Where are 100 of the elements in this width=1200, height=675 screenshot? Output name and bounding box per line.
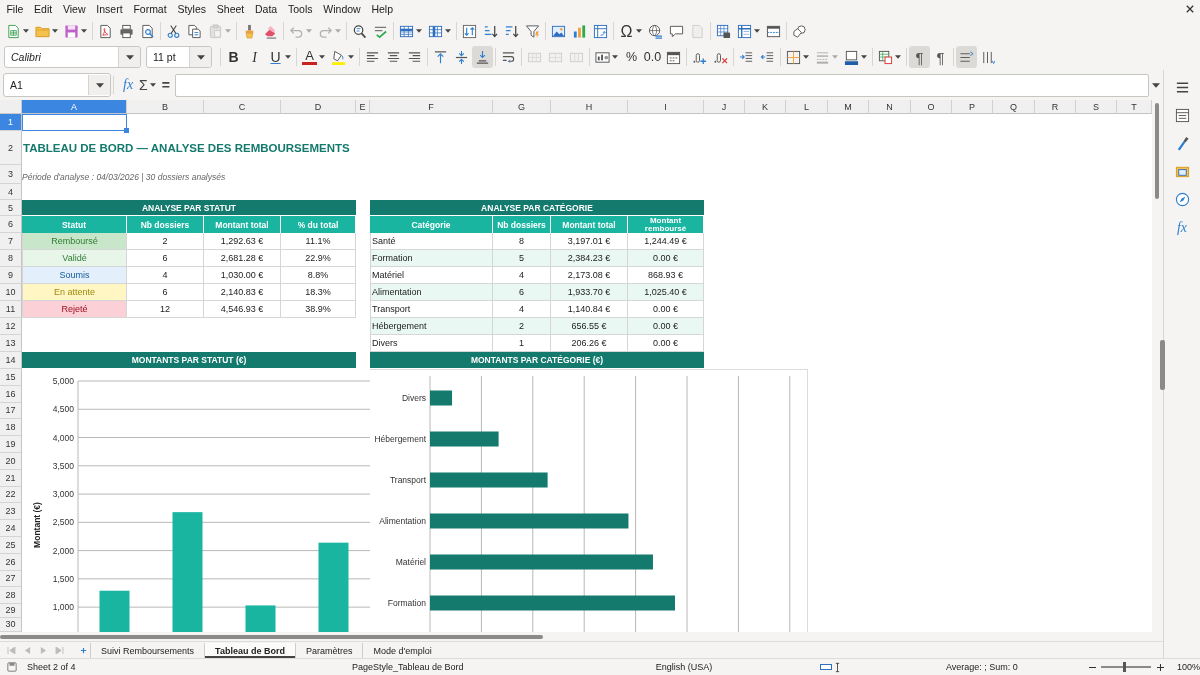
menu-item[interactable]: Tools (282, 1, 318, 17)
expand-formula-button[interactable] (1149, 82, 1163, 88)
left-to-right-button[interactable]: ¶ (909, 46, 930, 68)
fill-handle-icon[interactable] (124, 128, 129, 133)
properties-button[interactable] (1173, 107, 1191, 124)
font-size-dropdown[interactable] (189, 47, 211, 67)
column-header[interactable]: A (22, 100, 127, 114)
formula-button[interactable]: = (158, 75, 173, 95)
column-header[interactable]: C (204, 100, 281, 114)
row-header[interactable]: 13 (0, 335, 22, 352)
selected-cell[interactable] (22, 114, 127, 131)
calendar-icon (666, 49, 681, 65)
shapes-icon (792, 23, 807, 39)
scrollbar-thumb[interactable] (0, 634, 543, 639)
row-header[interactable]: 6 (0, 216, 22, 233)
menu-item[interactable]: Insert (90, 1, 128, 17)
column-heading: Catégorie (370, 216, 493, 233)
font-size-box[interactable]: 11 pt (146, 46, 212, 68)
zoom-slider-thumb[interactable] (1122, 662, 1126, 672)
row-header[interactable]: 14 (0, 352, 22, 369)
row-header[interactable]: 2 (0, 131, 22, 165)
sheet-tab[interactable]: Tableau de Bord (204, 643, 295, 658)
column-header[interactable]: P (952, 100, 993, 114)
font-name-dropdown[interactable] (118, 47, 140, 67)
scrollbar-thumb[interactable] (1155, 103, 1159, 199)
name-box[interactable]: A1 (3, 73, 111, 97)
column-header[interactable]: D (281, 100, 356, 114)
column-header[interactable]: B (127, 100, 204, 114)
row-header[interactable]: 1 (0, 114, 22, 131)
special-character-button[interactable]: Ω (616, 20, 645, 42)
table-cell: Transport (370, 301, 493, 318)
axis-tick-label: 2,500 (52, 517, 74, 528)
menu-item[interactable]: Edit (28, 1, 58, 17)
column-header[interactable]: Q (993, 100, 1035, 114)
column-header[interactable]: G (493, 100, 551, 114)
underline-button[interactable]: U (265, 46, 294, 68)
sum-button[interactable]: Σ (136, 75, 159, 95)
column-header[interactable]: J (704, 100, 745, 114)
row-header[interactable]: 18 (0, 419, 22, 437)
row-header[interactable]: 23 (0, 503, 22, 521)
row-header[interactable]: 12 (0, 318, 22, 335)
percent-button[interactable]: % (621, 46, 642, 68)
column-header[interactable]: N (869, 100, 911, 114)
sheet-tab[interactable]: Paramètres (294, 643, 363, 658)
table-cell: 12 (127, 301, 204, 318)
column-header[interactable]: M (828, 100, 869, 114)
axis-tick-label: 1,000 (52, 602, 74, 613)
row-header[interactable]: 10 (0, 284, 22, 301)
menu-item[interactable]: Help (366, 1, 399, 17)
row-header[interactable]: 4 (0, 184, 22, 200)
font-name-box[interactable]: Calibri (4, 46, 141, 68)
row-header[interactable]: 9 (0, 267, 22, 284)
column-header[interactable]: T (1117, 100, 1152, 114)
row-header[interactable]: 8 (0, 250, 22, 267)
column-heading: Nb dossiers (127, 216, 204, 233)
functions-button[interactable]: fx (1173, 219, 1191, 236)
row-header[interactable]: 28 (0, 587, 22, 605)
number-format-button[interactable]: 0.0 (642, 46, 663, 68)
column-header[interactable]: K (745, 100, 786, 114)
row-header[interactable]: 7 (0, 233, 22, 250)
row-header[interactable]: 29 (0, 604, 22, 618)
sheet-tab[interactable]: Mode d'emploi (362, 643, 442, 658)
row-header[interactable]: 24 (0, 520, 22, 537)
italic-button[interactable]: I (244, 46, 265, 68)
formula-input[interactable] (174, 73, 1149, 97)
printer-icon (119, 23, 134, 39)
menu-item[interactable]: File (1, 1, 29, 17)
zoom-in-button[interactable] (1155, 661, 1165, 673)
column-header[interactable]: I (628, 100, 704, 114)
menu-item[interactable]: Window (317, 1, 367, 17)
column-header[interactable]: F (370, 100, 493, 114)
name-box-dropdown[interactable] (88, 75, 110, 95)
row-header[interactable]: 15 (0, 369, 22, 386)
menu-item[interactable]: Format (128, 1, 173, 17)
column-header[interactable]: E (356, 100, 370, 114)
font-color-button[interactable]: A (299, 46, 328, 68)
row-header[interactable]: 11 (0, 301, 22, 318)
column-header[interactable]: S (1076, 100, 1117, 114)
column-heading: Montant total (204, 216, 281, 233)
caret-icon (832, 55, 838, 59)
menu-item[interactable]: Data (249, 1, 283, 17)
row-header[interactable]: 19 (0, 436, 22, 453)
menu-item[interactable]: View (57, 1, 91, 17)
bold-button[interactable]: B (223, 46, 244, 68)
close-icon[interactable] (1186, 5, 1194, 13)
menu-item[interactable]: Sheet (211, 1, 250, 17)
function-wizard-button[interactable]: fx (120, 75, 137, 95)
align-bottom-button[interactable] (472, 46, 493, 68)
navigator-button[interactable] (1173, 191, 1191, 208)
column-header[interactable]: R (1035, 100, 1076, 114)
column-header[interactable]: H (551, 100, 628, 114)
row-header[interactable]: 3 (0, 165, 22, 184)
text-horizontal-button[interactable] (956, 46, 977, 68)
sidebar-collapse-handle[interactable] (1160, 340, 1165, 390)
column-header[interactable]: L (786, 100, 828, 114)
table-cell: 1,140.84 € (551, 301, 628, 318)
row-header[interactable]: 5 (0, 200, 22, 216)
right-to-left-button[interactable]: ¶ (930, 46, 951, 68)
menu-item[interactable]: Styles (172, 1, 212, 17)
column-header[interactable]: O (911, 100, 952, 114)
